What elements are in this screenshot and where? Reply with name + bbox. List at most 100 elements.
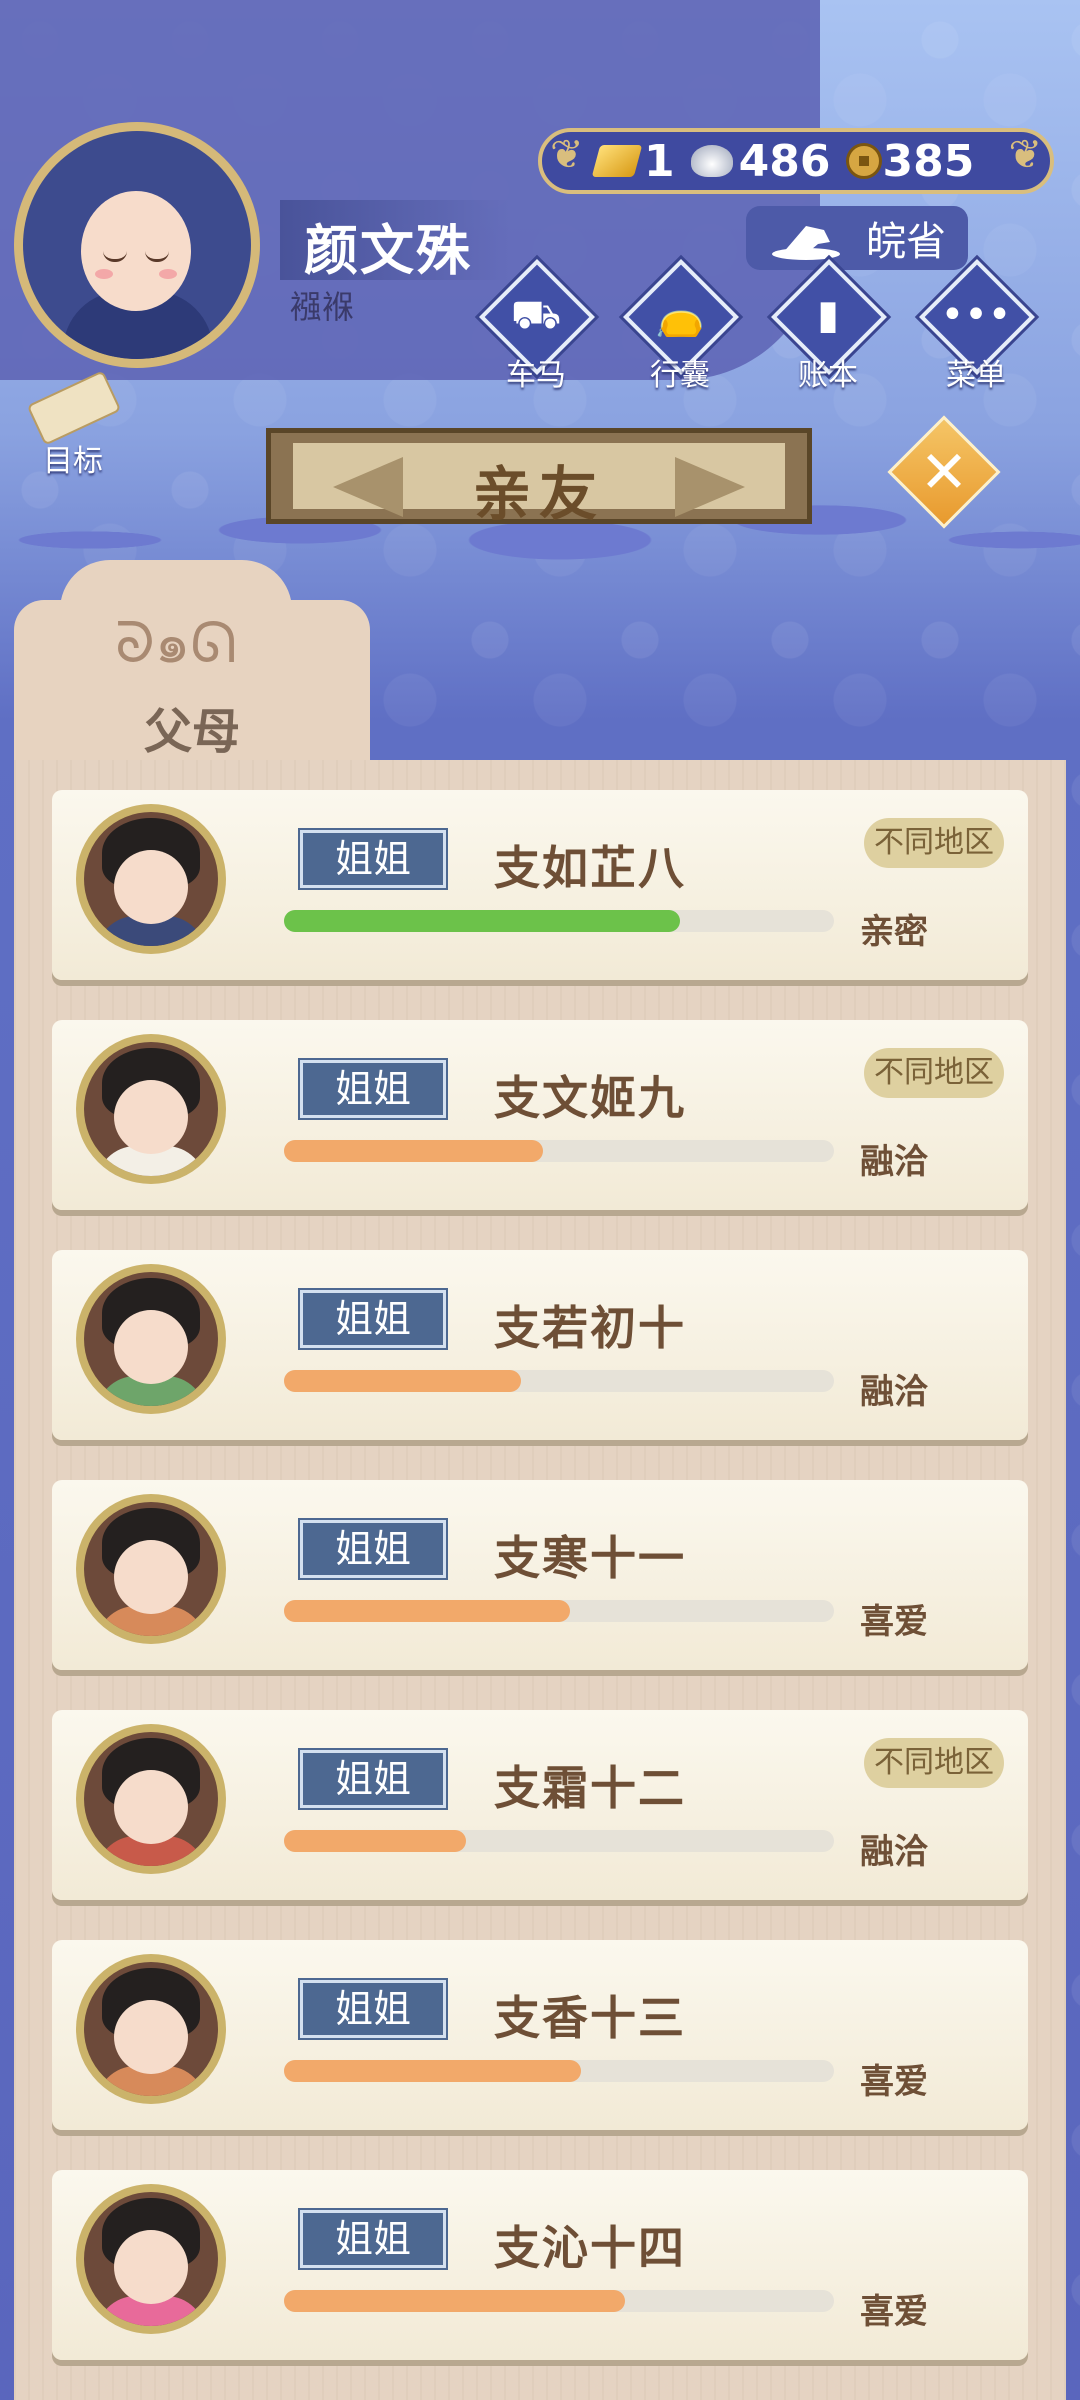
affinity-bar-fill: [284, 1140, 543, 1162]
relation-badge: 姐姐: [298, 1518, 448, 1580]
relative-name: 支文姬九: [494, 1071, 686, 1125]
avatar-face: [114, 2230, 188, 2304]
relative-name: 支香十三: [494, 1991, 686, 2045]
affinity-status: 融洽: [860, 1142, 928, 1182]
relative-card[interactable]: 姐姐 支如芷八 不同地区 亲密: [52, 790, 1028, 980]
gold-value: 1: [644, 135, 675, 187]
bag-button[interactable]: 👝 行囊: [618, 259, 742, 393]
affinity-bar: [284, 1830, 834, 1852]
target-label: 目标: [43, 444, 103, 479]
relative-card[interactable]: 姐姐 支若初十融洽: [52, 1250, 1028, 1440]
title-banner-inner: 亲友: [293, 443, 785, 528]
copper-value: 385: [882, 135, 975, 187]
relative-avatar-frame: [76, 1724, 226, 1874]
relation-badge: 姐姐: [298, 1748, 448, 1810]
target-button[interactable]: 目标: [18, 370, 128, 480]
gold-amount[interactable]: 1: [591, 135, 675, 187]
affinity-status: 融洽: [860, 1832, 928, 1872]
affinity-bar-fill: [284, 2290, 625, 2312]
bag-label: 行囊: [650, 358, 710, 393]
relative-avatar-frame: [76, 1494, 226, 1644]
title-banner: 亲友: [266, 428, 812, 528]
cloud-ornament-icon: ᘐ๑ᘏ: [115, 611, 237, 676]
bag-icon: 👝: [655, 293, 705, 339]
menu-label: 菜单: [946, 358, 1006, 393]
gold-ingot-icon: [591, 145, 643, 177]
affinity-status: 喜爱: [860, 2062, 928, 2102]
relative-card[interactable]: 姐姐 支沁十四喜爱: [52, 2170, 1028, 2360]
player-title: 襁褓: [290, 288, 355, 326]
region-tag: 不同地区: [864, 818, 1004, 868]
lamp-icon: [772, 226, 840, 260]
menu-button[interactable]: ••• 菜单: [914, 259, 1038, 393]
affinity-bar-fill: [284, 910, 680, 932]
relative-avatar: [84, 1272, 218, 1406]
affinity-bar: [284, 2060, 834, 2082]
avatar-face: [114, 1310, 188, 1384]
avatar-face: [114, 1540, 188, 1614]
relative-card[interactable]: 姐姐 支霜十二 不同地区融洽: [52, 1710, 1028, 1900]
relative-name: 支寒十一: [494, 1531, 686, 1585]
relative-avatar: [84, 1732, 218, 1866]
affinity-status: 融洽: [860, 1372, 928, 1412]
affinity-bar-fill: [284, 1600, 570, 1622]
currency-bar: ❦ 1 486 385 ❦: [538, 128, 1054, 194]
bamboo-left-icon: ❦: [550, 132, 584, 178]
bamboo-right-icon: ❦: [1008, 132, 1042, 178]
relative-avatar: [84, 2192, 218, 2326]
ledger-label: 账本: [798, 358, 858, 393]
relative-name: 支若初十: [494, 1301, 686, 1355]
cart-button[interactable]: ⛟ 车马: [474, 259, 598, 393]
avatar-face: [114, 2000, 188, 2074]
relative-avatar-frame: [76, 804, 226, 954]
relative-avatar: [84, 812, 218, 946]
relative-name: 支霜十二: [494, 1761, 686, 1815]
player-name: 颜文殊: [304, 219, 472, 282]
relative-card[interactable]: 姐姐 支文姬九 不同地区融洽: [52, 1020, 1028, 1210]
ledger-button[interactable]: ▮ 账本: [766, 259, 890, 393]
tab-parents-label: 父母: [143, 704, 240, 760]
affinity-bar-fill: [284, 2060, 581, 2082]
region-tag: 不同地区: [864, 1048, 1004, 1098]
relation-badge: 姐姐: [298, 1058, 448, 1120]
affinity-bar: [284, 1140, 834, 1162]
affinity-status: 喜爱: [860, 1602, 928, 1642]
relative-avatar-frame: [76, 1034, 226, 1184]
affinity-bar: [284, 1600, 834, 1622]
relation-badge: 姐姐: [298, 1288, 448, 1350]
affinity-bar: [284, 910, 834, 932]
avatar-portrait: [23, 131, 251, 359]
page-title: 亲友: [472, 460, 605, 528]
affinity-bar-fill: [284, 1370, 521, 1392]
avatar-face: [114, 850, 188, 924]
affinity-status: 亲密: [860, 912, 928, 952]
relation-badge: 姐姐: [298, 1978, 448, 2040]
relative-name: 支如芷八: [494, 841, 686, 895]
cart-label: 车马: [506, 358, 566, 393]
close-icon[interactable]: ✕: [904, 432, 984, 512]
copper-amount[interactable]: 385: [846, 136, 974, 187]
region-label: 皖省: [866, 219, 946, 265]
affinity-bar-fill: [284, 1830, 466, 1852]
carriage-icon: ⛟: [510, 292, 562, 338]
scroll-icon: [26, 370, 122, 446]
more-icon: •••: [940, 292, 1012, 338]
silver-value: 486: [738, 135, 831, 187]
relative-avatar-frame: [76, 2184, 226, 2334]
affinity-status: 喜爱: [860, 2292, 928, 2332]
avatar-face: [81, 191, 191, 311]
relative-card[interactable]: 姐姐 支香十三喜爱: [52, 1940, 1028, 2130]
player-avatar[interactable]: [14, 122, 260, 368]
relative-avatar: [84, 1042, 218, 1176]
relative-avatar-frame: [76, 1264, 226, 1414]
region-tag: 不同地区: [864, 1738, 1004, 1788]
relative-card[interactable]: 姐姐 支寒十一喜爱: [52, 1480, 1028, 1670]
ledger-icon: ▮: [816, 292, 839, 338]
relative-name: 支沁十四: [494, 2221, 686, 2275]
relative-avatar: [84, 1962, 218, 2096]
silver-amount[interactable]: 486: [690, 135, 831, 187]
relative-avatar: [84, 1502, 218, 1636]
relative-avatar-frame: [76, 1954, 226, 2104]
relation-badge: 姐姐: [298, 2208, 448, 2270]
region-button[interactable]: 皖省: [746, 206, 968, 270]
